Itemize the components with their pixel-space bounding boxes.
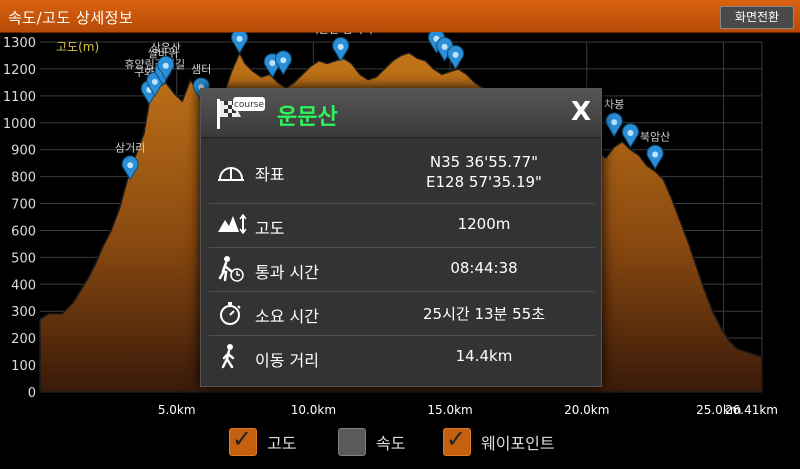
waypoint-pin-dot: [280, 57, 287, 64]
waypoint-pin-icon: [231, 32, 248, 54]
waypoint-pin-dot: [127, 162, 134, 169]
legend-label-waypoint: 웨이포인트: [481, 434, 555, 453]
page-title: 속도/고도 상세정보: [8, 9, 134, 27]
y-tick-label: 600: [11, 224, 36, 239]
waypoint-label: 백운산 삼거리: [309, 32, 373, 36]
legend-label-altitude: 고도: [267, 434, 297, 453]
waypoint-marker[interactable]: 백운산 삼거리: [309, 32, 373, 62]
altitude-value: 1200m: [457, 215, 511, 233]
y-axis: 0 100 200 300 400 500 600 700 800 900 1000 1100 1200…: [3, 36, 36, 401]
altitude-label: 고도: [255, 219, 285, 238]
waypoint-label: 북암산: [640, 131, 670, 144]
longitude-value: E128 57'35.19": [426, 173, 542, 191]
row-distance: 이동 거리 14.4km: [209, 335, 595, 379]
speed-checkbox[interactable]: [338, 428, 366, 456]
check-icon: ✓: [446, 425, 467, 453]
waypoint-pin-dot: [236, 35, 243, 42]
waypoint-checkbox[interactable]: ✓: [443, 425, 471, 456]
waypoint-marker[interactable]: 차봉: [604, 98, 624, 138]
pass-time-label: 통과 시간: [255, 263, 319, 282]
x-axis: 5.0km 10.0km 15.0km 20.0km 25.0km26.41km: [158, 403, 778, 417]
waypoint-pin-dot: [627, 130, 634, 136]
y-tick-label: 400: [11, 278, 36, 293]
waypoint-label: 상운산: [151, 42, 181, 55]
y-tick-label: 0: [28, 386, 36, 401]
dialog-title: 운문산: [277, 105, 338, 130]
mountain-altitude-icon: [218, 213, 247, 235]
altitude-checkbox[interactable]: ✓: [229, 425, 257, 456]
y-tick-label: 800: [11, 171, 36, 186]
course-flag-icon: course: [217, 97, 265, 129]
waypoint-detail-dialog: course 운문산 X 좌표 N35 36'55.77" E128 57'35…: [200, 88, 602, 387]
stopwatch-icon: [220, 302, 241, 325]
waypoint-pin-dot: [611, 119, 618, 126]
waypoint-pin-dot: [269, 60, 276, 66]
y-tick-label: 100: [11, 359, 36, 374]
switch-view-button[interactable]: 화면전환: [720, 6, 794, 29]
y-tick-label: 700: [11, 198, 36, 213]
y-tick-label: 1200: [3, 63, 36, 78]
compass-icon: [218, 167, 244, 181]
check-icon: ✓: [232, 425, 253, 453]
walking-person-icon: [221, 344, 235, 369]
row-elapsed-time: 소요 시간 25시간 13분 55초: [209, 291, 595, 336]
legend-altitude[interactable]: ✓ 고도: [229, 425, 297, 456]
x-tick-label: 26.41km: [725, 403, 778, 417]
legend-speed[interactable]: 속도: [338, 428, 405, 456]
waypoint-label: 삼거리: [115, 141, 145, 154]
dialog-header: course 운문산 X: [201, 89, 601, 138]
x-tick-label: 15.0km: [427, 403, 472, 417]
distance-label: 이동 거리: [255, 351, 319, 370]
coordinates-label: 좌표: [255, 165, 285, 184]
legend-waypoint[interactable]: ✓ 웨이포인트: [443, 425, 555, 456]
x-tick-label: 20.0km: [564, 403, 609, 417]
waypoint-pin-dot: [441, 43, 448, 50]
title-bar: 속도/고도 상세정보 화면전환: [0, 0, 800, 33]
y-tick-label: 1000: [3, 117, 36, 132]
waypoint-label: 차봉: [604, 98, 624, 111]
pass-time-value: 08:44:38: [450, 259, 518, 277]
y-tick-label: 1300: [3, 36, 36, 51]
y-tick-label: 300: [11, 305, 36, 320]
legend-label-speed: 속도: [376, 434, 406, 453]
distance-value: 14.4km: [455, 347, 513, 365]
y-tick-label: 900: [11, 144, 36, 159]
waypoint-label: 샘터: [191, 63, 211, 76]
x-tick-label: 5.0km: [158, 403, 196, 417]
row-coordinates: 좌표 N35 36'55.77" E128 57'35.19": [209, 143, 595, 204]
y-tick-label: 200: [11, 332, 36, 347]
waypoint-pin-dot: [337, 43, 344, 50]
close-button[interactable]: X: [571, 97, 591, 127]
y-tick-label: 500: [11, 251, 36, 266]
elapsed-time-value: 25시간 13분 55초: [423, 305, 545, 323]
row-pass-time: 통과 시간 08:44:38: [209, 247, 595, 292]
waypoint-pin-dot: [151, 78, 158, 85]
course-badge: course: [234, 100, 265, 110]
row-altitude: 고도 1200m: [209, 203, 595, 248]
waypoint-pin-dot: [452, 51, 459, 58]
x-tick-label: 10.0km: [291, 403, 336, 417]
hiker-clock-icon: [218, 256, 244, 282]
series-label: 고도(m): [56, 40, 99, 54]
waypoint-marker[interactable]: [274, 50, 292, 76]
y-tick-label: 1100: [3, 90, 36, 105]
waypoint-pin-dot: [652, 151, 659, 158]
elapsed-time-label: 소요 시간: [255, 307, 319, 326]
waypoint-pin-dot: [162, 62, 169, 69]
latitude-value: N35 36'55.77": [429, 153, 539, 171]
